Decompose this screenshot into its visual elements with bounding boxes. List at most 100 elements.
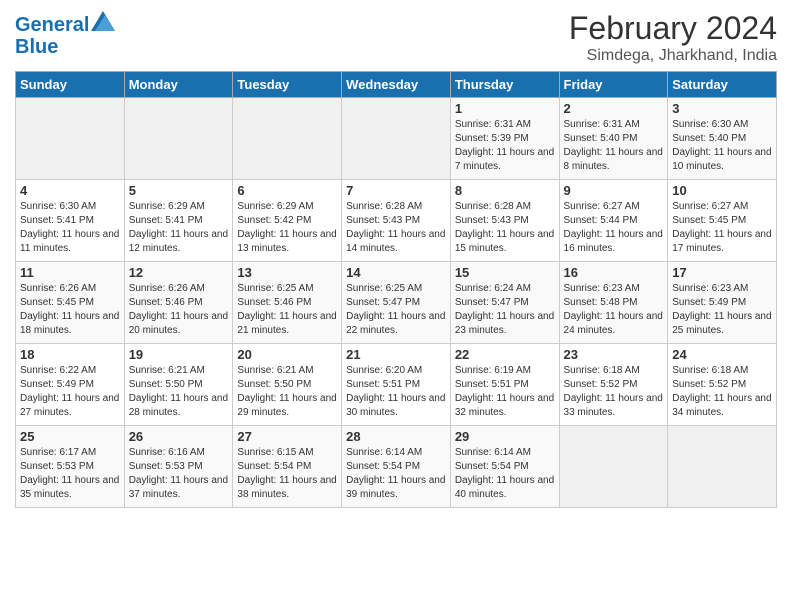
calendar-cell: 8 Sunrise: 6:28 AMSunset: 5:43 PMDaylight… (450, 180, 559, 262)
day-number: 14 (346, 265, 446, 280)
calendar-cell: 24 Sunrise: 6:18 AMSunset: 5:52 PMDayligh… (668, 344, 777, 426)
day-info: Sunrise: 6:27 AMSunset: 5:45 PMDaylight:… (672, 200, 772, 256)
day-number: 22 (455, 347, 555, 362)
calendar-cell: 20 Sunrise: 6:21 AMSunset: 5:50 PMDayligh… (233, 344, 342, 426)
calendar-cell: 28 Sunrise: 6:14 AMSunset: 5:54 PMDayligh… (342, 426, 451, 508)
day-number: 5 (129, 183, 229, 198)
day-info: Sunrise: 6:20 AMSunset: 5:51 PMDaylight:… (346, 364, 446, 420)
day-number: 20 (237, 347, 337, 362)
col-sunday: Sunday (16, 72, 125, 98)
day-info: Sunrise: 6:22 AMSunset: 5:49 PMDaylight:… (20, 364, 120, 420)
calendar-cell (124, 98, 233, 180)
day-info: Sunrise: 6:27 AMSunset: 5:44 PMDaylight:… (564, 200, 664, 256)
day-number: 25 (20, 429, 120, 444)
logo-icon (91, 11, 115, 31)
calendar-cell: 14 Sunrise: 6:25 AMSunset: 5:47 PMDayligh… (342, 262, 451, 344)
calendar-cell (668, 426, 777, 508)
day-info: Sunrise: 6:30 AMSunset: 5:40 PMDaylight:… (672, 118, 772, 174)
day-info: Sunrise: 6:14 AMSunset: 5:54 PMDaylight:… (455, 446, 555, 502)
calendar-week-3: 11 Sunrise: 6:26 AMSunset: 5:45 PMDayligh… (16, 262, 777, 344)
page: General Blue February 2024 Simdega, Jhar… (0, 0, 792, 612)
calendar-header: Sunday Monday Tuesday Wednesday Thursday… (16, 72, 777, 98)
day-number: 28 (346, 429, 446, 444)
col-thursday: Thursday (450, 72, 559, 98)
day-number: 8 (455, 183, 555, 198)
header-row: Sunday Monday Tuesday Wednesday Thursday… (16, 72, 777, 98)
day-number: 11 (20, 265, 120, 280)
calendar-cell: 29 Sunrise: 6:14 AMSunset: 5:54 PMDayligh… (450, 426, 559, 508)
calendar-body: 1 Sunrise: 6:31 AMSunset: 5:39 PMDaylight… (16, 98, 777, 508)
col-tuesday: Tuesday (233, 72, 342, 98)
day-info: Sunrise: 6:26 AMSunset: 5:46 PMDaylight:… (129, 282, 229, 338)
day-info: Sunrise: 6:23 AMSunset: 5:49 PMDaylight:… (672, 282, 772, 338)
day-info: Sunrise: 6:28 AMSunset: 5:43 PMDaylight:… (455, 200, 555, 256)
day-info: Sunrise: 6:17 AMSunset: 5:53 PMDaylight:… (20, 446, 120, 502)
day-info: Sunrise: 6:31 AMSunset: 5:39 PMDaylight:… (455, 118, 555, 174)
day-info: Sunrise: 6:15 AMSunset: 5:54 PMDaylight:… (237, 446, 337, 502)
day-number: 29 (455, 429, 555, 444)
day-info: Sunrise: 6:23 AMSunset: 5:48 PMDaylight:… (564, 282, 664, 338)
calendar-week-4: 18 Sunrise: 6:22 AMSunset: 5:49 PMDayligh… (16, 344, 777, 426)
day-info: Sunrise: 6:18 AMSunset: 5:52 PMDaylight:… (672, 364, 772, 420)
calendar-cell: 27 Sunrise: 6:15 AMSunset: 5:54 PMDayligh… (233, 426, 342, 508)
calendar-cell: 7Sunrise: 6:28 AMSunset: 5:43 PMDaylight… (342, 180, 451, 262)
day-number: 15 (455, 265, 555, 280)
day-info: Sunrise: 6:21 AMSunset: 5:50 PMDaylight:… (237, 364, 337, 420)
calendar-week-5: 25 Sunrise: 6:17 AMSunset: 5:53 PMDayligh… (16, 426, 777, 508)
calendar-cell: 18 Sunrise: 6:22 AMSunset: 5:49 PMDayligh… (16, 344, 125, 426)
day-number: 26 (129, 429, 229, 444)
calendar-cell: 23Sunrise: 6:18 AMSunset: 5:52 PMDayligh… (559, 344, 668, 426)
title-block: February 2024 Simdega, Jharkhand, India (569, 10, 777, 65)
calendar-cell: 10 Sunrise: 6:27 AMSunset: 5:45 PMDayligh… (668, 180, 777, 262)
day-number: 21 (346, 347, 446, 362)
day-number: 1 (455, 101, 555, 116)
calendar-cell: 19Sunrise: 6:21 AMSunset: 5:50 PMDayligh… (124, 344, 233, 426)
col-saturday: Saturday (668, 72, 777, 98)
col-friday: Friday (559, 72, 668, 98)
day-number: 2 (564, 101, 664, 116)
day-number: 13 (237, 265, 337, 280)
calendar-cell (233, 98, 342, 180)
calendar-cell: 16Sunrise: 6:23 AMSunset: 5:48 PMDayligh… (559, 262, 668, 344)
calendar-cell: 12Sunrise: 6:26 AMSunset: 5:46 PMDayligh… (124, 262, 233, 344)
calendar-cell: 13 Sunrise: 6:25 AMSunset: 5:46 PMDayligh… (233, 262, 342, 344)
day-number: 3 (672, 101, 772, 116)
calendar-cell: 17 Sunrise: 6:23 AMSunset: 5:49 PMDayligh… (668, 262, 777, 344)
day-info: Sunrise: 6:14 AMSunset: 5:54 PMDaylight:… (346, 446, 446, 502)
day-number: 17 (672, 265, 772, 280)
day-number: 27 (237, 429, 337, 444)
day-number: 4 (20, 183, 120, 198)
calendar-cell: 2Sunrise: 6:31 AMSunset: 5:40 PMDaylight… (559, 98, 668, 180)
day-number: 10 (672, 183, 772, 198)
day-info: Sunrise: 6:24 AMSunset: 5:47 PMDaylight:… (455, 282, 555, 338)
calendar-cell: 1 Sunrise: 6:31 AMSunset: 5:39 PMDaylight… (450, 98, 559, 180)
day-number: 19 (129, 347, 229, 362)
day-info: Sunrise: 6:25 AMSunset: 5:47 PMDaylight:… (346, 282, 446, 338)
day-info: Sunrise: 6:30 AMSunset: 5:41 PMDaylight:… (20, 200, 120, 256)
calendar-cell: 15 Sunrise: 6:24 AMSunset: 5:47 PMDayligh… (450, 262, 559, 344)
calendar-cell: 25 Sunrise: 6:17 AMSunset: 5:53 PMDayligh… (16, 426, 125, 508)
logo-text-line1: General (15, 14, 89, 36)
day-number: 24 (672, 347, 772, 362)
day-info: Sunrise: 6:25 AMSunset: 5:46 PMDaylight:… (237, 282, 337, 338)
calendar-subtitle: Simdega, Jharkhand, India (569, 47, 777, 65)
day-info: Sunrise: 6:29 AMSunset: 5:42 PMDaylight:… (237, 200, 337, 256)
col-monday: Monday (124, 72, 233, 98)
day-info: Sunrise: 6:28 AMSunset: 5:43 PMDaylight:… (346, 200, 446, 256)
day-number: 9 (564, 183, 664, 198)
calendar-cell: 9 Sunrise: 6:27 AMSunset: 5:44 PMDaylight… (559, 180, 668, 262)
calendar-cell (16, 98, 125, 180)
calendar-cell: 6Sunrise: 6:29 AMSunset: 5:42 PMDaylight… (233, 180, 342, 262)
day-number: 18 (20, 347, 120, 362)
header: General Blue February 2024 Simdega, Jhar… (15, 10, 777, 65)
day-info: Sunrise: 6:26 AMSunset: 5:45 PMDaylight:… (20, 282, 120, 338)
day-info: Sunrise: 6:16 AMSunset: 5:53 PMDaylight:… (129, 446, 229, 502)
day-info: Sunrise: 6:29 AMSunset: 5:41 PMDaylight:… (129, 200, 229, 256)
logo: General Blue (15, 14, 115, 58)
calendar-cell (342, 98, 451, 180)
calendar-title: February 2024 (569, 10, 777, 47)
calendar-cell: 26 Sunrise: 6:16 AMSunset: 5:53 PMDayligh… (124, 426, 233, 508)
calendar-cell: 22Sunrise: 6:19 AMSunset: 5:51 PMDayligh… (450, 344, 559, 426)
day-info: Sunrise: 6:18 AMSunset: 5:52 PMDaylight:… (564, 364, 664, 420)
calendar-cell: 4 Sunrise: 6:30 AMSunset: 5:41 PMDaylight… (16, 180, 125, 262)
